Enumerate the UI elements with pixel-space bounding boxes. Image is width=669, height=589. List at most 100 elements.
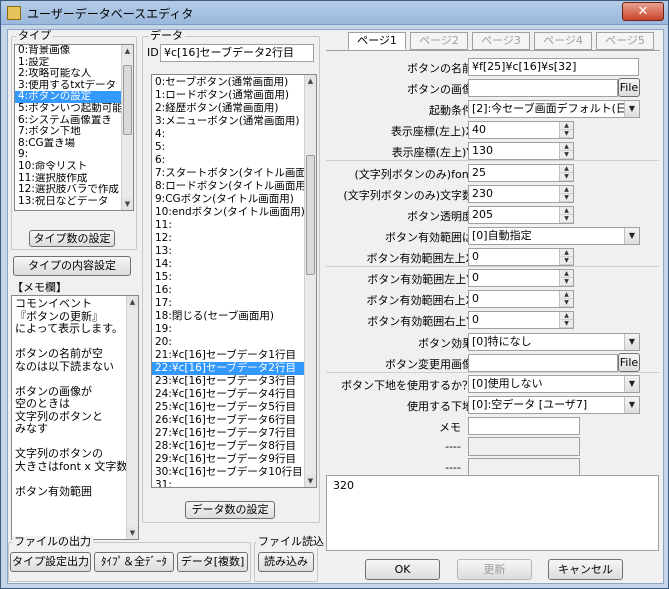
close-button[interactable]: ✕ <box>622 2 664 21</box>
data-list-item[interactable]: 24:¥c[16]セーブデータ4行目 <box>152 388 316 401</box>
tab-page-5[interactable]: ページ5 <box>596 32 654 50</box>
data-list-item[interactable]: 6: <box>152 154 316 167</box>
range-left-y-spinner[interactable]: ▲ ▼ <box>559 270 573 286</box>
title-bar[interactable]: ユーザーデータベースエディタ ✕ <box>1 1 668 25</box>
type-all-data-button[interactable]: ﾀｲﾌﾟ＆全ﾃﾞｰﾀ <box>94 552 174 572</box>
type-list-item[interactable]: 2:攻略可能な人 <box>15 68 133 80</box>
tab-page-1[interactable]: ページ1 <box>348 32 406 50</box>
chevron-down-icon[interactable]: ▼ <box>624 376 639 392</box>
data-list-item[interactable]: 29:¥c[16]セーブデータ9行目 <box>152 453 316 466</box>
data-list-item[interactable]: 15: <box>152 271 316 284</box>
data-list[interactable]: 0:セーブボタン(通常画面用) 1:ロードボタン(通常画面用) 2:経歴ボタン(通常… <box>151 74 317 488</box>
data-list-item[interactable]: 8:ロードボタン(タイトル画面用) <box>152 180 316 193</box>
data-list-item[interactable]: 1:ロードボタン(通常画面用) <box>152 89 316 102</box>
type-content-button[interactable]: タイプの内容設定 <box>13 256 131 276</box>
type-list-item[interactable]: 13:祝日などデータ <box>15 196 133 208</box>
data-list-item[interactable]: 7:スタートボタン(タイトル画面用) <box>152 167 316 180</box>
data-list-item[interactable]: 9:CGボタン(タイトル画面用) <box>152 193 316 206</box>
data-list-item[interactable]: 2:経歴ボタン(通常画面用) <box>152 102 316 115</box>
data-list-item[interactable]: 0:セーブボタン(通常画面用) <box>152 76 316 89</box>
data-list-item[interactable]: 11: <box>152 219 316 232</box>
opacity-spinner[interactable]: ▲ ▼ <box>559 207 573 223</box>
data-list-scrollbar[interactable]: ▲ ▼ <box>304 75 316 487</box>
tab-page-4[interactable]: ページ4 <box>534 32 592 50</box>
scroll-thumb[interactable] <box>123 65 132 135</box>
load-button[interactable]: 読み込み <box>258 552 314 572</box>
data-list-item[interactable]: 13: <box>152 245 316 258</box>
data-list-item[interactable]: 3:メニューボタン(通常画面用) <box>152 115 316 128</box>
tab-page-3[interactable]: ページ3 <box>472 32 530 50</box>
data-list-item[interactable]: 27:¥c[16]セーブデータ7行目 <box>152 427 316 440</box>
data-list-item[interactable]: 23:¥c[16]セーブデータ3行目 <box>152 375 316 388</box>
type-list-item[interactable]: 4:ボタンの設定 <box>15 91 133 103</box>
type-list-item[interactable]: 1:設定 <box>15 57 133 69</box>
scroll-up-icon[interactable]: ▲ <box>305 75 316 87</box>
active-range-select[interactable]: [0]自動指定 ▼ <box>468 227 640 245</box>
range-right-y-field[interactable]: 0 ▲ ▼ <box>468 311 574 329</box>
chevron-down-icon[interactable]: ▼ <box>624 228 639 244</box>
use-base-select[interactable]: [0]使用しない ▼ <box>468 375 640 393</box>
update-button[interactable]: 更新 <box>457 559 532 580</box>
pos-y-field[interactable]: 130 ▲ ▼ <box>468 142 574 160</box>
effect-select[interactable]: [0]特になし ▼ <box>468 333 640 351</box>
data-multiple-button[interactable]: データ[複数] <box>177 552 248 572</box>
range-left-x-spinner[interactable]: ▲ ▼ <box>559 249 573 265</box>
char-count-spinner[interactable]: ▲ ▼ <box>559 186 573 202</box>
pos-x-spinner[interactable]: ▲ ▼ <box>559 122 573 138</box>
data-list-item[interactable]: 16: <box>152 284 316 297</box>
type-count-button[interactable]: タイプ数の設定 <box>29 230 115 247</box>
memo-area[interactable]: コモンイベント 『ボタンの更新』 によって表示します。 ボタンの名前が空 なのは以下読ま… <box>11 295 139 540</box>
data-list-item[interactable]: 21:¥c[16]セーブデータ1行目 <box>152 349 316 362</box>
type-settings-output-button[interactable]: タイプ設定出力 <box>10 552 91 572</box>
data-list-item[interactable]: 31: <box>152 479 316 487</box>
data-list-item[interactable]: 17: <box>152 297 316 310</box>
button-image-field[interactable] <box>468 79 618 97</box>
type-list-item[interactable]: 9: <box>15 149 133 161</box>
scroll-up-icon[interactable]: ▲ <box>127 296 138 308</box>
base-select[interactable]: [0]:空データ [ユーザ7] ▼ <box>468 396 640 414</box>
scroll-up-icon[interactable]: ▲ <box>122 45 133 57</box>
type-list-item[interactable]: 11:選択肢作成 <box>15 173 133 185</box>
chevron-down-icon[interactable]: ▼ <box>624 334 639 350</box>
data-list-item[interactable]: 14: <box>152 258 316 271</box>
type-list-item[interactable]: 7:ボタン下地 <box>15 126 133 138</box>
type-list[interactable]: 0:背景画像 1:設定 2:攻略可能な人 3:使用するtxtデータ 4:ボタンの設定 5:… <box>14 44 134 211</box>
type-list-item[interactable]: 3:使用するtxtデータ <box>15 80 133 92</box>
range-left-y-field[interactable]: 0 ▲ ▼ <box>468 269 574 287</box>
type-list-item[interactable]: 6:システム画像置き <box>15 115 133 127</box>
memo-scrollbar[interactable]: ▲ ▼ <box>126 296 138 539</box>
scroll-down-icon[interactable]: ▼ <box>305 475 316 487</box>
range-right-y-spinner[interactable]: ▲ ▼ <box>559 312 573 328</box>
chevron-down-icon[interactable]: ▼ <box>624 397 639 413</box>
button-image-file-button[interactable]: File <box>618 78 640 97</box>
data-list-item[interactable]: 20: <box>152 336 316 349</box>
pos-x-field[interactable]: 40 ▲ ▼ <box>468 121 574 139</box>
data-list-item[interactable]: 28:¥c[16]セーブデータ8行目 <box>152 440 316 453</box>
opacity-field[interactable]: 205 ▲ ▼ <box>468 206 574 224</box>
type-list-scrollbar[interactable]: ▲ ▼ <box>121 45 133 210</box>
type-list-item[interactable]: 8:CG置き場 <box>15 138 133 150</box>
data-list-item[interactable]: 18:閉じる(セーブ画面用) <box>152 310 316 323</box>
type-list-item[interactable]: 12:選択肢バラで作成 <box>15 184 133 196</box>
note-area[interactable]: 320 <box>326 475 659 551</box>
range-left-x-field[interactable]: 0 ▲ ▼ <box>468 248 574 266</box>
data-count-button[interactable]: データ数の設定 <box>185 501 275 519</box>
id-field[interactable]: ¥c[16]セーブデータ2行目 <box>160 44 314 62</box>
change-image-file-button[interactable]: File <box>618 353 640 372</box>
font-field[interactable]: 25 ▲ ▼ <box>468 164 574 182</box>
scroll-down-icon[interactable]: ▼ <box>127 527 138 539</box>
char-count-field[interactable]: 230 ▲ ▼ <box>468 185 574 203</box>
tab-page-2[interactable]: ページ2 <box>410 32 468 50</box>
data-list-item[interactable]: 19: <box>152 323 316 336</box>
pos-y-spinner[interactable]: ▲ ▼ <box>559 143 573 159</box>
data-list-item[interactable]: 26:¥c[16]セーブデータ6行目 <box>152 414 316 427</box>
data-list-item[interactable]: 4: <box>152 128 316 141</box>
data-list-item[interactable]: 30:¥c[16]セーブデータ10行目 <box>152 466 316 479</box>
launch-condition-select[interactable]: [2]:今セーブ画面デフォルト(日時 ▼ <box>468 100 640 118</box>
data-list-item[interactable]: 5: <box>152 141 316 154</box>
scroll-thumb[interactable] <box>306 155 315 275</box>
data-list-item[interactable]: 22:¥c[16]セーブデータ2行目 <box>152 362 316 375</box>
data-list-item[interactable]: 25:¥c[16]セーブデータ5行目 <box>152 401 316 414</box>
font-spinner[interactable]: ▲ ▼ <box>559 165 573 181</box>
scroll-down-icon[interactable]: ▼ <box>122 198 133 210</box>
